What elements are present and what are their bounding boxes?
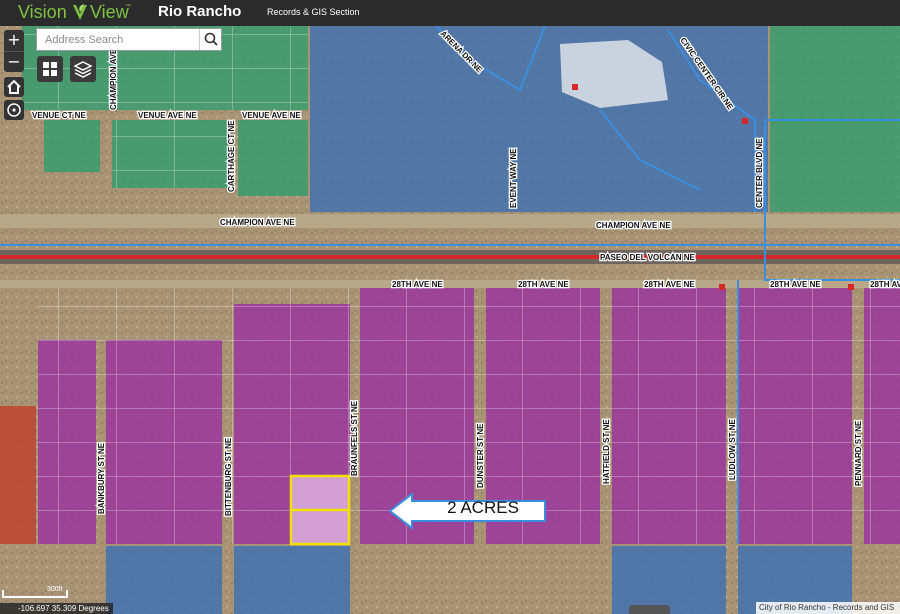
- lot-grid-venue: [112, 120, 228, 188]
- zoom-in-button[interactable]: +: [4, 30, 24, 51]
- street-label-28th-4: 28TH AVE NE: [770, 280, 821, 289]
- search-button[interactable]: [199, 29, 221, 50]
- zoom-control: + −: [4, 30, 24, 72]
- street-label-venue-ct: VENUE CT NE: [32, 111, 86, 120]
- street-label-28th-2: 28TH AVE NE: [518, 280, 569, 289]
- leaf-v-icon: [73, 4, 87, 20]
- home-button[interactable]: [4, 77, 24, 97]
- home-icon: [7, 79, 21, 94]
- street-label-bittenburg: BITTENBURG ST NE: [224, 437, 233, 516]
- hydrant-marker: [572, 84, 578, 90]
- brand-view: View: [90, 2, 129, 22]
- street-label-paseo: PASEO DEL VOLCAN NE: [600, 253, 695, 262]
- street-label-28th-3: 28TH AVE NE: [644, 280, 695, 289]
- 28th-ave-road: [0, 280, 900, 288]
- street-label-center: CENTER BLVD NE: [755, 138, 764, 208]
- zone-blue-lower: [612, 546, 726, 614]
- app-title: Rio Rancho: [158, 3, 242, 20]
- search-icon: [204, 32, 218, 46]
- hydrant-marker: [719, 284, 725, 290]
- zoom-out-button[interactable]: −: [4, 51, 24, 72]
- street-label-bankbury: BANKBURY ST NE: [97, 442, 106, 514]
- bottom-panel-toggle[interactable]: [629, 605, 670, 614]
- zone-blue-lower: [106, 546, 222, 614]
- street-label-dunster: DUNSTER ST NE: [476, 423, 485, 488]
- zone-green-carthage-block: [238, 120, 308, 196]
- coordinate-readout: -106.697 35.309 Degrees: [0, 603, 113, 614]
- street-label-champion-right: CHAMPION AVE NE: [596, 221, 671, 230]
- attribution: City of Rio Rancho - Records and GIS: [756, 602, 900, 614]
- acreage-callout: 2 ACRES: [388, 491, 548, 531]
- zone-green-venue-block: [44, 120, 100, 172]
- street-label-event: EVENT WAY NE: [509, 148, 518, 208]
- zone-red-block: [0, 406, 36, 544]
- brand-trademark: ™: [125, 4, 131, 10]
- brand-vision: Vision: [18, 2, 67, 22]
- street-label-hatfield: HATFIELD ST NE: [602, 419, 611, 484]
- layer-list-button[interactable]: [70, 56, 96, 82]
- street-label-ludlow: LUDLOW ST NE: [728, 418, 737, 480]
- layers-icon: [73, 61, 93, 78]
- address-search: [36, 28, 222, 51]
- street-label-venue-ave-1: VENUE AVE NE: [138, 111, 197, 120]
- search-input[interactable]: [37, 29, 197, 50]
- scale-label: 300ft: [47, 586, 63, 593]
- street-label-28th-1: 28TH AVE NE: [392, 280, 443, 289]
- street-label-venue-ave-2: VENUE AVE NE: [242, 111, 301, 120]
- grid-icon: [43, 62, 57, 76]
- acreage-label: 2 ACRES: [447, 498, 519, 517]
- street-label-champion-left: CHAMPION AVE NE: [220, 218, 295, 227]
- zone-blue-lower: [234, 546, 350, 614]
- top-bar: Vision View ™ Rio Rancho Records & GIS S…: [0, 0, 900, 26]
- hydrant-marker: [742, 118, 748, 124]
- street-label-28th-5: 28TH AVE NE: [870, 280, 900, 289]
- basemap-gallery-button[interactable]: [37, 56, 63, 82]
- locate-icon: [7, 103, 21, 117]
- street-label-pennard: PENNARD ST NE: [854, 420, 863, 486]
- hydrant-marker: [848, 284, 854, 290]
- street-label-carthage: CARTHAGE CT NE: [227, 120, 236, 192]
- locate-button[interactable]: [4, 100, 24, 120]
- street-label-braunfels: BRAUNFELS ST NE: [350, 400, 359, 476]
- app-section: Records & GIS Section: [267, 7, 360, 17]
